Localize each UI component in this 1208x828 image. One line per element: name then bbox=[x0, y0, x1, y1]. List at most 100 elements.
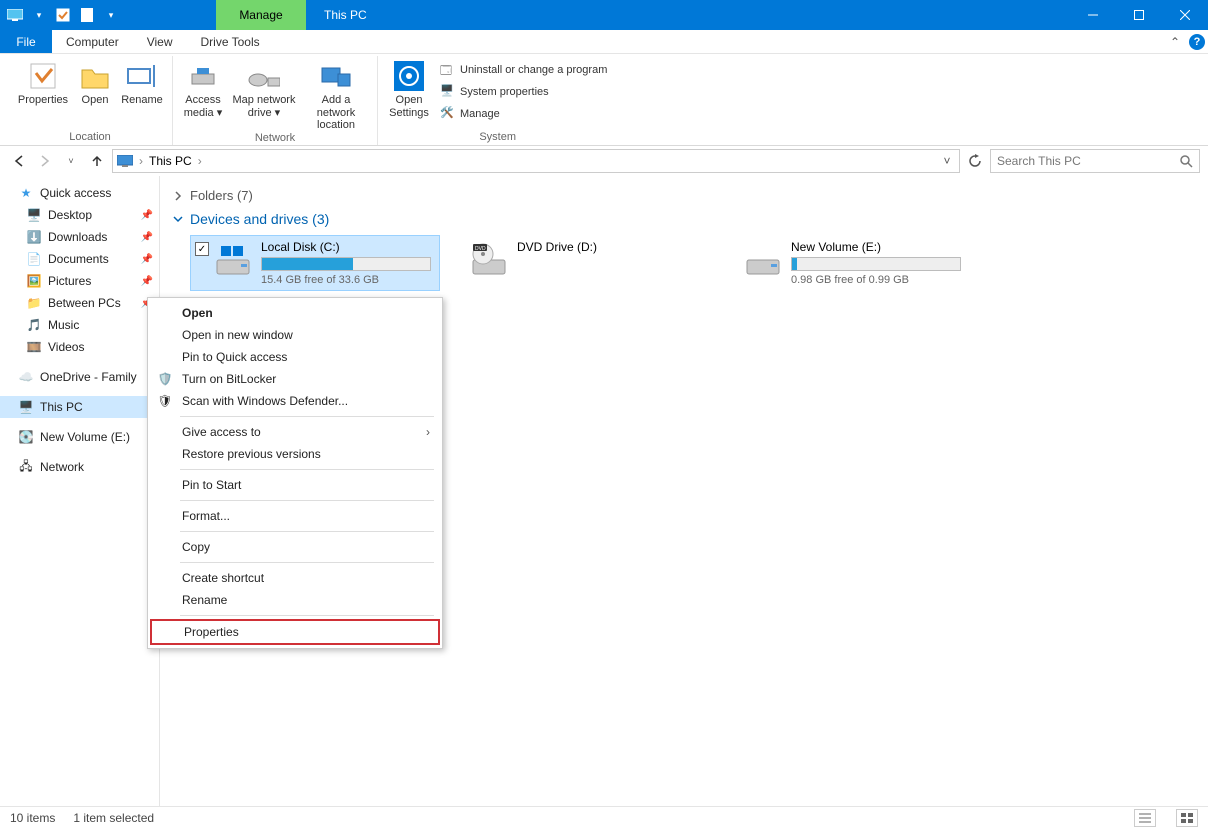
sidebar-item-desktop[interactable]: 🖥️Desktop📌 bbox=[0, 204, 159, 226]
status-selected-count: 1 item selected bbox=[73, 811, 154, 825]
drive-icon: 💽 bbox=[18, 429, 34, 445]
cm-turn-on-bitlocker[interactable]: 🛡️Turn on BitLocker bbox=[150, 368, 440, 390]
open-settings-button[interactable]: Open Settings bbox=[384, 58, 434, 119]
blank-page-icon[interactable] bbox=[78, 6, 96, 24]
manage-button[interactable]: 🛠️Manage bbox=[436, 104, 611, 124]
drive-new-volume-e[interactable]: New Volume (E:) 0.98 GB free of 0.99 GB bbox=[738, 235, 988, 291]
drive-name: DVD Drive (D:) bbox=[517, 240, 709, 254]
cm-open-new-window[interactable]: Open in new window bbox=[150, 324, 440, 346]
add-network-location-button[interactable]: Add a network location bbox=[301, 58, 371, 132]
sidebar-item-documents[interactable]: 📄Documents📌 bbox=[0, 248, 159, 270]
drive-stat: 0.98 GB free of 0.99 GB bbox=[791, 274, 983, 286]
rename-button[interactable]: Rename bbox=[118, 58, 166, 107]
recent-locations-button[interactable]: ˅ bbox=[60, 150, 82, 172]
breadcrumb-thispc[interactable]: This PC bbox=[149, 154, 192, 168]
documents-icon: 📄 bbox=[26, 251, 42, 267]
navigation-row: ˅ › This PC › ˅ Search This PC bbox=[0, 146, 1208, 176]
cm-create-shortcut[interactable]: Create shortcut bbox=[150, 567, 440, 589]
navigation-pane: ★ Quick access 🖥️Desktop📌 ⬇️Downloads📌 📄… bbox=[0, 176, 160, 806]
system-properties-button[interactable]: 🖥️System properties bbox=[436, 82, 611, 102]
cm-scan-defender[interactable]: 🛡Scan with Windows Defender... bbox=[150, 390, 440, 412]
checkbox-checked-icon[interactable]: ✓ bbox=[195, 242, 209, 256]
devices-section-header[interactable]: Devices and drives (3) bbox=[172, 211, 1196, 227]
address-bar[interactable]: › This PC › ˅ bbox=[112, 149, 960, 173]
shield-icon: 🛡️ bbox=[156, 370, 174, 388]
uninstall-program-button[interactable]: 🗔Uninstall or change a program bbox=[436, 60, 611, 80]
desktop-icon: 🖥️ bbox=[26, 207, 42, 223]
pin-icon: 📌 bbox=[141, 276, 153, 287]
music-icon: 🎵 bbox=[26, 317, 42, 333]
storage-bar bbox=[791, 257, 961, 271]
chevron-down-icon[interactable]: ▾ bbox=[30, 6, 48, 24]
dvd-drive-icon: DVD bbox=[469, 240, 509, 280]
cm-properties[interactable]: Properties bbox=[152, 621, 438, 643]
drive-tools-tab[interactable]: Drive Tools bbox=[186, 30, 273, 53]
close-button[interactable] bbox=[1162, 0, 1208, 30]
drive-dvd-d[interactable]: DVD DVD Drive (D:) bbox=[464, 235, 714, 291]
computer-tab[interactable]: Computer bbox=[52, 30, 133, 53]
cm-open[interactable]: Open bbox=[150, 302, 440, 324]
network-icon: 🖧 bbox=[18, 459, 34, 475]
sidebar-network[interactable]: 🖧Network bbox=[0, 456, 159, 478]
help-button[interactable]: ? bbox=[1186, 30, 1208, 53]
title-bar: ▾ ▾ Manage This PC bbox=[0, 0, 1208, 30]
address-dropdown-button[interactable]: ˅ bbox=[939, 154, 955, 168]
star-icon: ★ bbox=[18, 185, 34, 201]
ribbon-group-label: System bbox=[384, 131, 611, 145]
search-placeholder: Search This PC bbox=[997, 154, 1081, 168]
sidebar-item-between-pcs[interactable]: 📁Between PCs📌 bbox=[0, 292, 159, 314]
folders-section-header[interactable]: Folders (7) bbox=[172, 188, 1196, 203]
manage-context-tab[interactable]: Manage bbox=[216, 0, 306, 30]
cm-separator bbox=[180, 416, 434, 417]
cm-give-access-to[interactable]: Give access to› bbox=[150, 421, 440, 443]
pin-icon: 📌 bbox=[141, 232, 153, 243]
sidebar-this-pc[interactable]: 🖥️This PC bbox=[0, 396, 159, 418]
drive-name: New Volume (E:) bbox=[791, 240, 983, 254]
cm-copy[interactable]: Copy bbox=[150, 536, 440, 558]
collapse-ribbon-button[interactable]: ⌃ bbox=[1164, 30, 1186, 53]
forward-button[interactable] bbox=[34, 150, 56, 172]
file-tab[interactable]: File bbox=[0, 30, 52, 53]
checkbox-icon[interactable] bbox=[54, 6, 72, 24]
refresh-button[interactable] bbox=[964, 149, 986, 173]
cm-restore-previous[interactable]: Restore previous versions bbox=[150, 443, 440, 465]
pc-icon bbox=[117, 153, 133, 169]
view-tab[interactable]: View bbox=[133, 30, 187, 53]
minimize-button[interactable] bbox=[1070, 0, 1116, 30]
cm-separator bbox=[180, 531, 434, 532]
sidebar-item-pictures[interactable]: 🖼️Pictures📌 bbox=[0, 270, 159, 292]
cm-format[interactable]: Format... bbox=[150, 505, 440, 527]
videos-icon: 🎞️ bbox=[26, 339, 42, 355]
drive-icon bbox=[743, 240, 783, 280]
large-icons-view-button[interactable] bbox=[1176, 809, 1198, 827]
quick-access-toolbar: ▾ ▾ bbox=[0, 0, 126, 30]
up-button[interactable] bbox=[86, 150, 108, 172]
sidebar-item-videos[interactable]: 🎞️Videos bbox=[0, 336, 159, 358]
search-box[interactable]: Search This PC bbox=[990, 149, 1200, 173]
chevron-down-icon[interactable]: ▾ bbox=[102, 6, 120, 24]
cm-separator bbox=[180, 562, 434, 563]
map-network-drive-button[interactable]: Map network drive ▾ bbox=[229, 58, 299, 119]
drive-stat: 15.4 GB free of 33.6 GB bbox=[261, 274, 435, 286]
access-media-button[interactable]: Access media ▾ bbox=[179, 58, 227, 119]
maximize-button[interactable] bbox=[1116, 0, 1162, 30]
drive-local-disk-c[interactable]: ✓ Local Disk (C:) 15.4 GB free of 33.6 G… bbox=[190, 235, 440, 291]
sidebar-quick-access[interactable]: ★ Quick access bbox=[0, 182, 159, 204]
back-button[interactable] bbox=[8, 150, 30, 172]
cm-rename[interactable]: Rename bbox=[150, 589, 440, 611]
sidebar-item-downloads[interactable]: ⬇️Downloads📌 bbox=[0, 226, 159, 248]
cm-pin-quick-access[interactable]: Pin to Quick access bbox=[150, 346, 440, 368]
chevron-down-icon bbox=[172, 213, 184, 225]
properties-button[interactable]: Properties bbox=[14, 58, 72, 107]
open-button[interactable]: Open bbox=[74, 58, 116, 107]
cm-separator bbox=[180, 500, 434, 501]
sidebar-new-volume[interactable]: 💽New Volume (E:) bbox=[0, 426, 159, 448]
sidebar-item-music[interactable]: 🎵Music bbox=[0, 314, 159, 336]
search-icon bbox=[1179, 154, 1193, 168]
sidebar-onedrive[interactable]: ☁️OneDrive - Family bbox=[0, 366, 159, 388]
ribbon-group-network: Access media ▾ Map network drive ▾ Add a… bbox=[173, 56, 378, 145]
cm-pin-to-start[interactable]: Pin to Start bbox=[150, 474, 440, 496]
cm-separator bbox=[180, 615, 434, 616]
details-view-button[interactable] bbox=[1134, 809, 1156, 827]
ribbon-group-label: Network bbox=[179, 132, 371, 146]
